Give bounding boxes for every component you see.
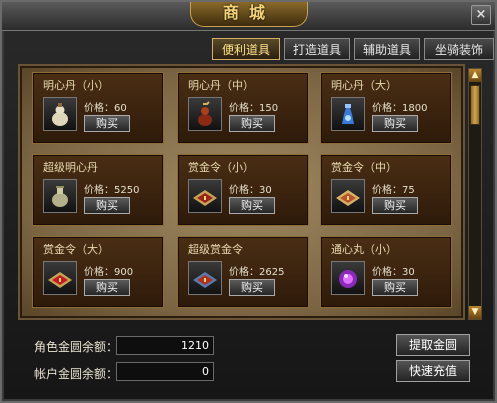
character-gold-value: 1210 [116, 336, 214, 355]
scroll-up-arrow-icon[interactable]: ▲ [469, 69, 481, 82]
item-price: 价格：150 [229, 103, 279, 114]
blue-flask-icon[interactable] [331, 97, 365, 131]
tab-mount-decorations[interactable]: 坐骑装饰 [424, 38, 494, 60]
item-name: 明心丹（大） [331, 79, 397, 92]
buy-button[interactable]: 购买 [229, 115, 275, 132]
buy-button[interactable]: 购买 [372, 197, 418, 214]
shop-item-card: 赏金令（中） 价格：75 购买 [320, 154, 452, 226]
shop-item-card: 明心丹（小） 价格：60 购买 [32, 72, 164, 144]
purple-orb-icon[interactable] [331, 261, 365, 295]
account-gold-value: 0 [116, 362, 214, 381]
item-price: 价格：900 [84, 267, 134, 278]
buy-button[interactable]: 购买 [84, 279, 130, 296]
close-button[interactable]: × [471, 5, 491, 25]
buy-button[interactable]: 购买 [84, 197, 130, 214]
shop-item-card: 赏金令（大） 价格：900 购买 [32, 236, 164, 308]
gourd-bottle-icon[interactable] [43, 97, 77, 131]
shop-item-card: 超级赏金令 价格：2625 购买 [177, 236, 309, 308]
buy-button[interactable]: 购买 [229, 279, 275, 296]
item-name: 超级赏金令 [188, 243, 243, 256]
item-list-panel: 明心丹（小） 价格：60 购买 明心丹（中） 价格：150 购买 明心丹（大） … [18, 64, 465, 320]
balance-panel: 角色金圆余额： 1210 帐户金圆余额： 0 提取金圆 快速充值 [2, 324, 495, 401]
item-price: 价格：75 [372, 185, 415, 196]
scroll-thumb[interactable] [470, 85, 480, 125]
item-price: 价格：5250 [84, 185, 140, 196]
item-name: 通心丸（小） [331, 243, 397, 256]
tab-crafting-items[interactable]: 打造道具 [284, 38, 350, 60]
shop-item-card: 明心丹（大） 价格：1800 购买 [320, 72, 452, 144]
buy-button[interactable]: 购买 [229, 197, 275, 214]
buy-button[interactable]: 购买 [372, 115, 418, 132]
tab-convenience-items[interactable]: 便利道具 [212, 38, 280, 60]
item-price: 价格：1800 [372, 103, 428, 114]
shop-item-card: 赏金令（小） 价格：30 购买 [177, 154, 309, 226]
item-name: 赏金令（小） [188, 161, 254, 174]
shop-window: 商城 × 便利道具 打造道具 辅助道具 坐骑装饰 明心丹（小） 价格：60 购买… [0, 0, 497, 403]
scroll-down-arrow-icon[interactable]: ▼ [469, 306, 481, 319]
item-name: 超级明心丹 [43, 161, 98, 174]
item-list-scrollbar[interactable]: ▲ ▼ [468, 68, 482, 320]
bounty-scroll-icon[interactable] [331, 179, 365, 213]
item-price: 价格：30 [229, 185, 272, 196]
account-gold-label: 帐户金圆余额： [34, 367, 119, 381]
item-name: 赏金令（大） [43, 243, 109, 256]
withdraw-gold-button[interactable]: 提取金圆 [396, 334, 470, 356]
title-bar[interactable]: 商城 × [2, 2, 495, 31]
item-price: 价格：60 [84, 103, 127, 114]
item-name: 赏金令（中） [331, 161, 397, 174]
quick-recharge-button[interactable]: 快速充值 [396, 360, 470, 382]
item-name: 明心丹（中） [188, 79, 254, 92]
item-price: 价格：30 [372, 267, 415, 278]
shop-item-card: 通心丸（小） 价格：30 购买 [320, 236, 452, 308]
shop-item-card: 明心丹（中） 价格：150 购买 [177, 72, 309, 144]
red-gourd-icon[interactable] [188, 97, 222, 131]
buy-button[interactable]: 购买 [372, 279, 418, 296]
bounty-scroll-icon[interactable] [43, 261, 77, 295]
gold-vase-icon[interactable] [43, 179, 77, 213]
tab-auxiliary-items[interactable]: 辅助道具 [354, 38, 420, 60]
shop-item-card: 超级明心丹 价格：5250 购买 [32, 154, 164, 226]
item-name: 明心丹（小） [43, 79, 109, 92]
item-price: 价格：2625 [229, 267, 285, 278]
bounty-scroll-blue-icon[interactable] [188, 261, 222, 295]
bounty-scroll-icon[interactable] [188, 179, 222, 213]
buy-button[interactable]: 购买 [84, 115, 130, 132]
window-title: 商城 [190, 2, 308, 27]
character-gold-label: 角色金圆余额： [34, 340, 119, 354]
